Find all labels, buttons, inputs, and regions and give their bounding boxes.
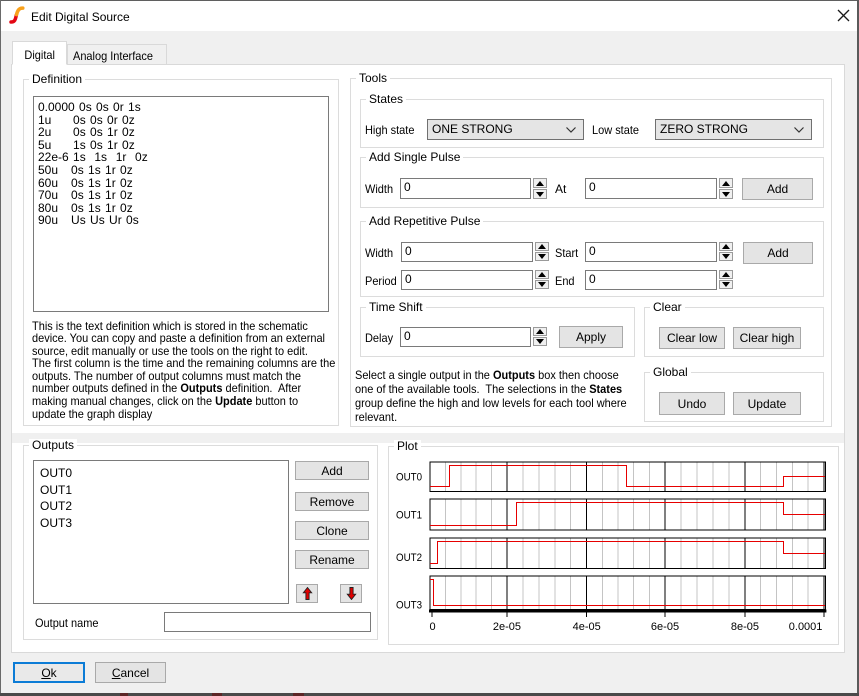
svg-text:OUT0: OUT0 [396,472,422,484]
svg-text:0: 0 [429,621,435,633]
svg-text:8e-05: 8e-05 [731,621,759,633]
svg-text:4e-05: 4e-05 [573,621,601,633]
svg-text:OUT3: OUT3 [396,600,422,612]
svg-text:0.0001: 0.0001 [789,621,823,633]
svg-text:OUT2: OUT2 [396,552,422,564]
svg-text:6e-05: 6e-05 [651,621,679,633]
svg-text:2e-05: 2e-05 [493,621,521,633]
svg-text:OUT1: OUT1 [396,510,422,522]
